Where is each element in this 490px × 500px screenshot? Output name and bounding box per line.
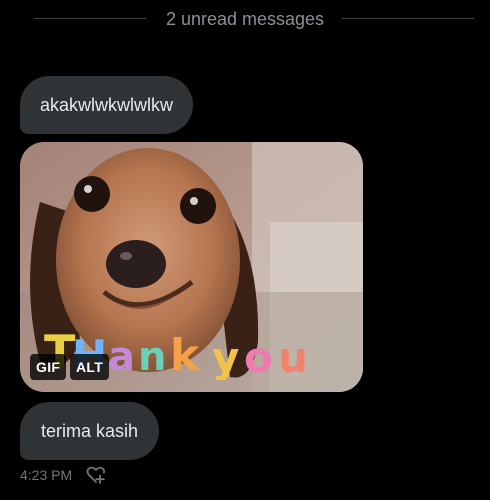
gif-badge: GIF: [30, 354, 67, 380]
heart-plus-icon[interactable]: [86, 465, 106, 485]
unread-divider: 2 unread messages: [0, 0, 490, 36]
alt-text-button[interactable]: ALT: [70, 354, 110, 380]
svg-text:k: k: [170, 330, 201, 380]
unread-count-label: 2 unread messages: [165, 9, 325, 29]
divider-line-right: [342, 18, 474, 19]
message-bubble[interactable]: terima kasih: [20, 402, 160, 460]
svg-text:a: a: [108, 334, 135, 380]
message-text: terima kasih: [41, 421, 139, 441]
svg-text:u: u: [278, 333, 308, 380]
svg-text:y: y: [212, 333, 239, 380]
svg-text:o: o: [244, 333, 273, 380]
message-bubble[interactable]: akakwlwkwlwlkw: [20, 76, 194, 134]
message-timestamp: 4:23 PM: [20, 467, 73, 483]
message-meta: 4:23 PM: [20, 464, 106, 486]
message-text: akakwlwkwlwlkw: [40, 95, 174, 115]
svg-text:n: n: [138, 334, 166, 380]
